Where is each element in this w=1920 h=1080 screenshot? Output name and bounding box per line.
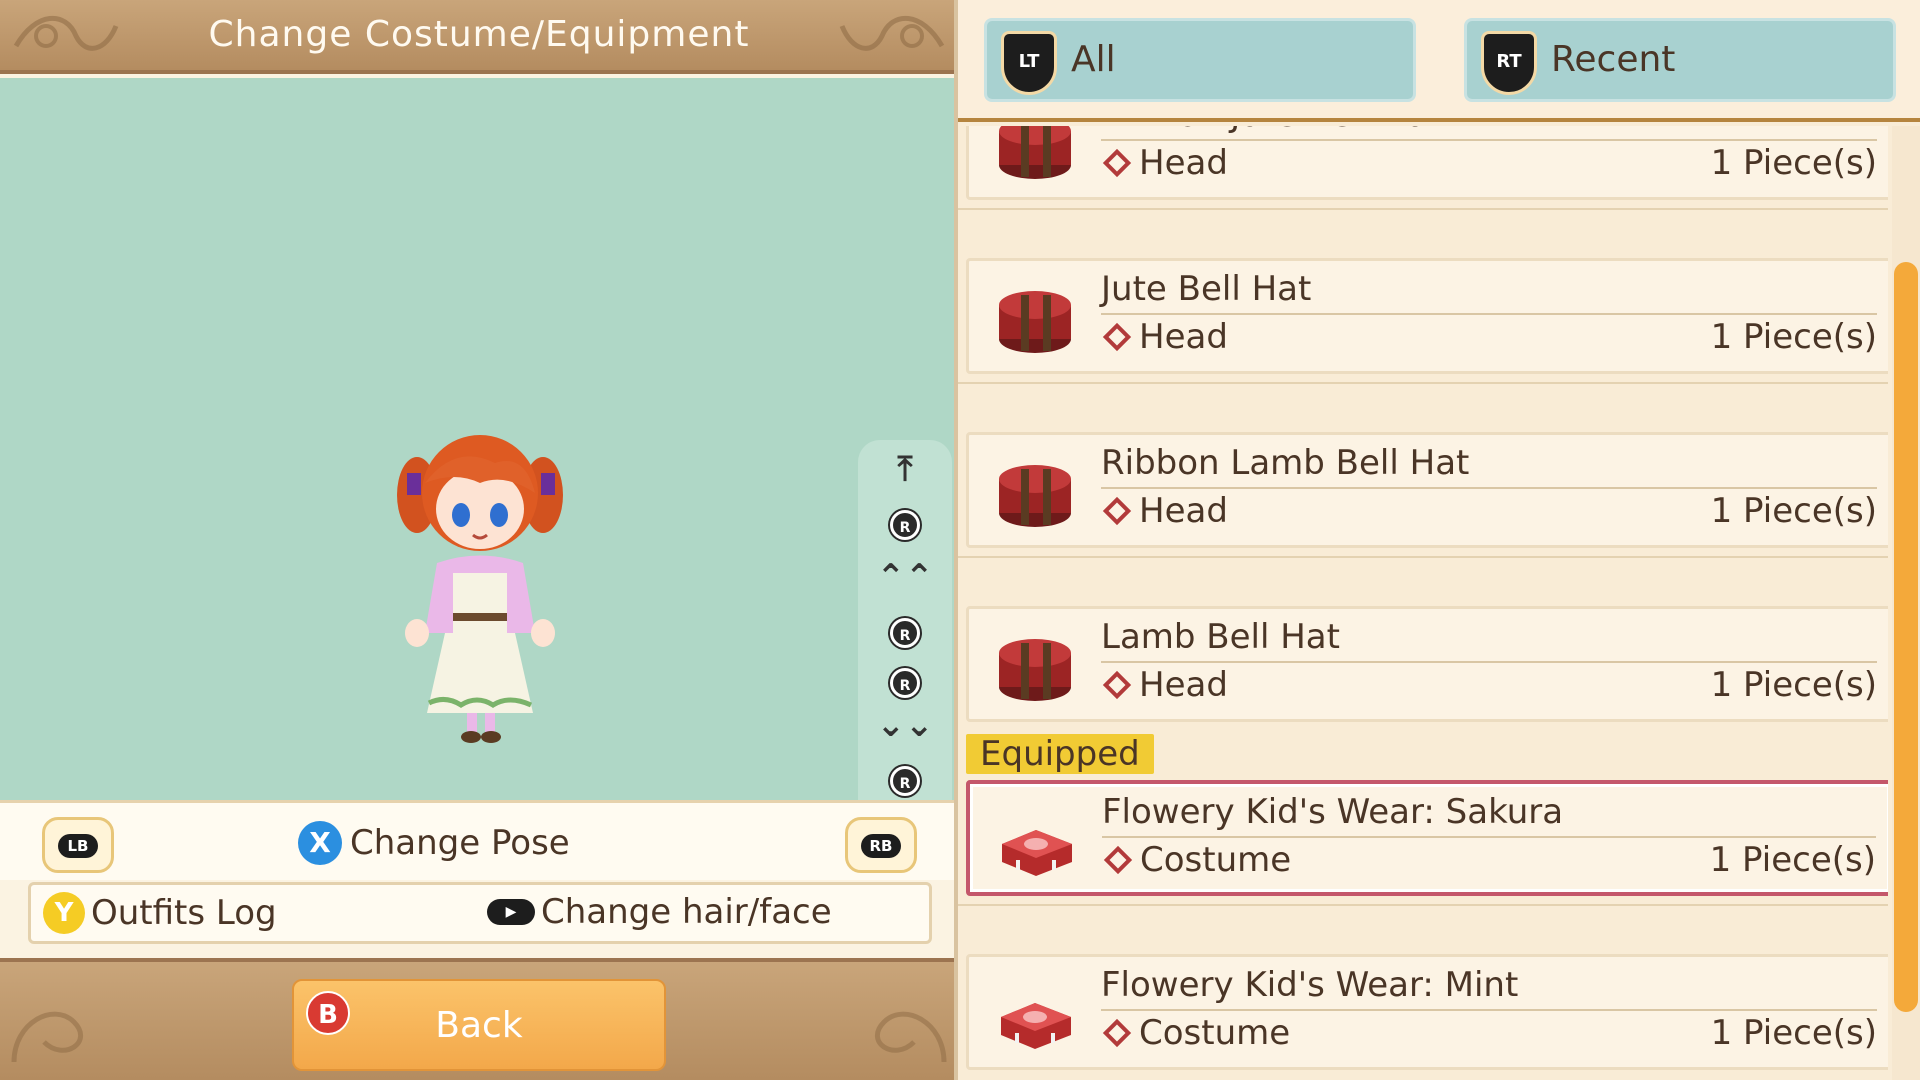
item-quantity: 1 Piece(s) bbox=[1710, 143, 1877, 183]
pose-controls: LB X Change Pose RB bbox=[0, 800, 958, 880]
hat-box-icon bbox=[999, 465, 1071, 527]
y-button-icon: Y bbox=[43, 892, 85, 934]
r-stick-icon[interactable]: R bbox=[890, 668, 920, 698]
list-item[interactable]: Flowery Kid's Wear: Mint Costume 1 Piece… bbox=[966, 954, 1888, 1070]
lt-button-icon: LT bbox=[1001, 31, 1057, 95]
tab-all[interactable]: LT All bbox=[984, 18, 1416, 102]
item-category: Head bbox=[1139, 665, 1228, 705]
change-pose-button[interactable]: X Change Pose bbox=[298, 821, 570, 865]
costume-box-icon bbox=[1002, 830, 1072, 876]
change-hair-face-button[interactable]: ▶ Change hair/face bbox=[487, 892, 832, 932]
r-stick-icon[interactable]: R bbox=[890, 618, 920, 648]
scrollbar-thumb[interactable] bbox=[1894, 262, 1918, 1012]
diamond-icon bbox=[1102, 496, 1132, 526]
diamond-icon bbox=[1103, 845, 1133, 875]
equipped-tag: Equipped bbox=[966, 734, 1154, 774]
diamond-icon bbox=[1102, 1018, 1132, 1048]
character-stage[interactable]: ⤒ R ⌃⌃ R R ⌄⌄ R ⤓ bbox=[0, 78, 958, 870]
item-name: Flowery Kid's Wear: Mint bbox=[1101, 965, 1519, 1005]
log-row: Y Outfits Log ▶ Change hair/face bbox=[28, 882, 932, 944]
outfits-log-button[interactable]: Y Outfits Log bbox=[43, 892, 277, 934]
costume-box-icon bbox=[1001, 1003, 1071, 1049]
item-quantity: 1 Piece(s) bbox=[1710, 665, 1877, 705]
item-name: Ribbon Lamb Bell Hat bbox=[1101, 443, 1470, 483]
list-item[interactable]: Lamb Bell Hat Head 1 Piece(s) bbox=[966, 606, 1888, 722]
page-title: Change Costume/Equipment bbox=[208, 14, 750, 55]
character-model[interactable] bbox=[395, 423, 565, 743]
rb-button[interactable]: RB bbox=[845, 817, 917, 873]
r-stick-icon[interactable]: R bbox=[890, 510, 920, 540]
list-item[interactable]: Ribbon Jute Bell Hat Head 1 Piece(s) bbox=[966, 126, 1888, 200]
item-quantity: 1 Piece(s) bbox=[1709, 840, 1876, 880]
camera-down-icon[interactable]: ⌄⌄ bbox=[858, 708, 952, 742]
tab-recent-label: Recent bbox=[1551, 39, 1676, 80]
rt-button-icon: RT bbox=[1481, 31, 1537, 95]
item-name: Jute Bell Hat bbox=[1101, 269, 1312, 309]
ornament-icon bbox=[11, 1011, 83, 1063]
back-button[interactable]: B Back bbox=[292, 979, 666, 1071]
list-item-equipped[interactable]: Flowery Kid's Wear: Sakura Costume 1 Pie… bbox=[966, 780, 1888, 896]
item-quantity: 1 Piece(s) bbox=[1710, 317, 1877, 357]
item-category: Costume bbox=[1139, 1013, 1291, 1053]
diamond-icon bbox=[1102, 322, 1132, 352]
preview-panel: Change Costume/Equipment ⤒ R ⌃⌃ R R ⌄⌄ R… bbox=[0, 0, 958, 1080]
change-hair-face-label: Change hair/face bbox=[541, 892, 832, 932]
item-quantity: 1 Piece(s) bbox=[1710, 491, 1877, 531]
ornament-icon bbox=[839, 16, 945, 51]
lb-button[interactable]: LB bbox=[42, 817, 114, 873]
diamond-icon bbox=[1102, 148, 1132, 178]
x-button-icon: X bbox=[298, 821, 342, 865]
outfits-log-label: Outfits Log bbox=[91, 893, 277, 933]
item-category: Head bbox=[1139, 317, 1228, 357]
item-name: Ribbon Jute Bell Hat bbox=[1101, 126, 1441, 135]
list-item[interactable]: Jute Bell Hat Head 1 Piece(s) bbox=[966, 258, 1888, 374]
filter-bar: LT All RT Recent bbox=[958, 0, 1920, 122]
b-button-icon: B bbox=[306, 991, 350, 1035]
tab-recent[interactable]: RT Recent bbox=[1464, 18, 1896, 102]
item-list[interactable]: Ribbon Jute Bell Hat Head 1 Piece(s) Jut… bbox=[958, 126, 1888, 1080]
scrollbar[interactable] bbox=[1892, 126, 1920, 1080]
hat-box-icon bbox=[999, 639, 1071, 701]
item-name: Flowery Kid's Wear: Sakura bbox=[1102, 792, 1564, 832]
title-bar: Change Costume/Equipment bbox=[0, 0, 958, 74]
inventory-panel: LT All RT Recent Ribbon Jute Bell Hat He… bbox=[958, 0, 1920, 1080]
item-category: Costume bbox=[1140, 840, 1292, 880]
item-name: Lamb Bell Hat bbox=[1101, 617, 1340, 657]
footer: B Back bbox=[0, 958, 958, 1080]
item-category: Head bbox=[1139, 143, 1228, 183]
right-stick-icon: ▶ bbox=[487, 899, 535, 925]
hat-box-icon bbox=[999, 126, 1071, 179]
r-stick-icon[interactable]: R bbox=[890, 766, 920, 796]
change-pose-label: Change Pose bbox=[350, 823, 570, 863]
list-item[interactable]: Ribbon Lamb Bell Hat Head 1 Piece(s) bbox=[966, 432, 1888, 548]
tab-all-label: All bbox=[1071, 39, 1116, 80]
diamond-icon bbox=[1102, 670, 1132, 700]
item-category: Head bbox=[1139, 491, 1228, 531]
camera-top-icon[interactable]: ⤒ bbox=[858, 452, 952, 486]
back-label: Back bbox=[435, 1005, 523, 1046]
item-quantity: 1 Piece(s) bbox=[1710, 1013, 1877, 1053]
hat-box-icon bbox=[999, 291, 1071, 353]
ornament-icon bbox=[875, 1011, 947, 1063]
camera-up-icon[interactable]: ⌃⌃ bbox=[858, 560, 952, 594]
